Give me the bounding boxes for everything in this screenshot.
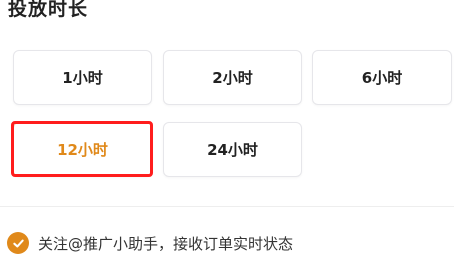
duration-option-6h[interactable]: 6小时 [312, 50, 452, 105]
duration-option-24h[interactable]: 24小时 [163, 122, 302, 177]
duration-option-2h[interactable]: 2小时 [163, 50, 302, 105]
duration-option-1h[interactable]: 1小时 [13, 50, 152, 105]
section-title: 投放时长 [8, 0, 89, 20]
follow-assistant-row[interactable]: 关注@推广小助手，接收订单实时状态 [7, 232, 293, 254]
checkmark-icon[interactable] [7, 232, 29, 254]
divider [0, 206, 454, 207]
follow-assistant-text: 关注@推广小助手，接收订单实时状态 [38, 234, 294, 253]
duration-option-12h[interactable]: 12小时 [13, 122, 152, 177]
